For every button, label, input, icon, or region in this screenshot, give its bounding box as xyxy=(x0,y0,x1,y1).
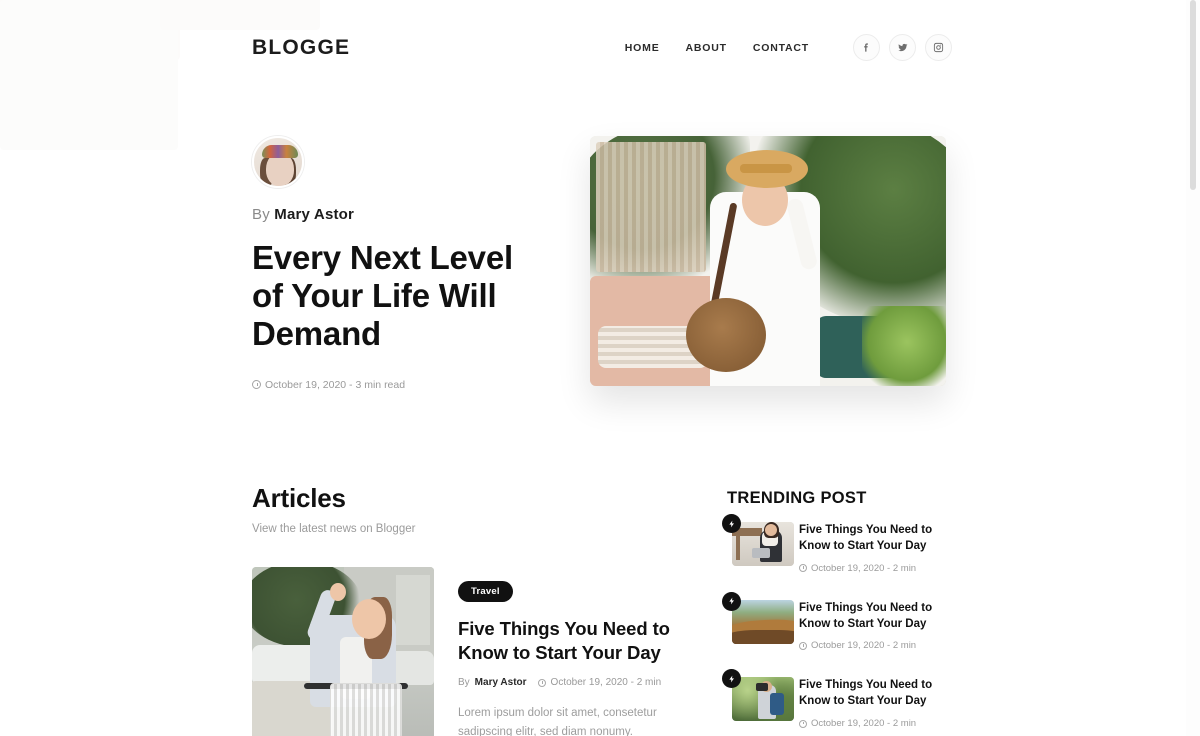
hero-title[interactable]: Every Next Level of Your Life Will Deman… xyxy=(252,239,522,353)
clock-icon xyxy=(799,719,807,728)
header-right: HOME ABOUT CONTACT xyxy=(625,34,952,61)
trending-thumbnail-wrap xyxy=(722,514,794,574)
hero-image[interactable] xyxy=(590,136,946,386)
hero-meta: October 19, 2020 - 3 min read xyxy=(252,379,552,391)
article-body: Travel Five Things You Need to Know to S… xyxy=(434,567,692,736)
article-thumbnail[interactable] xyxy=(252,567,434,736)
social-links xyxy=(853,34,952,61)
status-badge[interactable]: Travel xyxy=(458,581,513,602)
lightning-bolt-icon xyxy=(722,514,741,533)
hero-meta-text: October 19, 2020 - 3 min read xyxy=(265,378,406,391)
trending-thumbnail-art xyxy=(732,522,794,566)
clock-icon xyxy=(252,380,261,390)
hero-byline: By Mary Astor xyxy=(252,206,552,223)
article-author[interactable]: Mary Astor xyxy=(475,677,527,688)
trending-post-meta: October 19, 2020 - 2 min xyxy=(799,563,957,574)
avatar xyxy=(252,136,304,188)
trending-body: Five Things You Need to Know to Start Yo… xyxy=(799,677,957,729)
scrollbar[interactable] xyxy=(1186,0,1200,736)
trending-post-date: October 19, 2020 - 2 min xyxy=(811,640,917,652)
page-title: Articles xyxy=(252,483,346,513)
trending-post-title[interactable]: Five Things You Need to Know to Start Yo… xyxy=(799,601,957,633)
header-inner: BLOGGE HOME ABOUT CONTACT xyxy=(252,34,952,61)
site-logo[interactable]: BLOGGE xyxy=(252,36,350,60)
trending-post-meta: October 19, 2020 - 2 min xyxy=(799,640,957,651)
trending-post-date: October 19, 2020 - 2 min xyxy=(811,562,917,574)
trending-thumbnail[interactable] xyxy=(732,599,794,644)
trending-thumbnail[interactable] xyxy=(732,677,794,722)
facebook-icon[interactable] xyxy=(853,34,880,61)
hero-by-prefix: By xyxy=(252,206,275,223)
clock-icon xyxy=(799,641,807,650)
trending-post-title[interactable]: Five Things You Need to Know to Start Yo… xyxy=(799,678,957,710)
article-card[interactable]: Travel Five Things You Need to Know to S… xyxy=(252,567,692,736)
article-excerpt: Lorem ipsum dolor sit amet, consetetur s… xyxy=(458,707,657,736)
nav-item-about[interactable]: ABOUT xyxy=(686,42,727,54)
page-root: BLOGGE HOME ABOUT CONTACT By Mary Astor … xyxy=(0,0,1200,736)
list-item[interactable]: Five Things You Need to Know to Start Yo… xyxy=(722,669,957,729)
trending-body: Five Things You Need to Know to Start Yo… xyxy=(799,600,957,651)
nav-item-home[interactable]: HOME xyxy=(625,42,660,54)
list-item[interactable]: Five Things You Need to Know to Start Yo… xyxy=(722,514,957,574)
article-by-prefix: By xyxy=(458,677,470,689)
article-thumbnail-art xyxy=(252,567,434,736)
article-title[interactable]: Five Things You Need to Know to Start Yo… xyxy=(458,617,692,664)
list-item[interactable]: Five Things You Need to Know to Start Yo… xyxy=(722,591,957,652)
trending-post-title[interactable]: Five Things You Need to Know to Start Yo… xyxy=(799,523,957,555)
trending-post-meta: October 19, 2020 - 2 min xyxy=(799,718,957,729)
trending-section: TRENDING POST Five Things You Need to Kn… xyxy=(722,489,957,736)
lightning-bolt-icon xyxy=(722,591,741,611)
site-header: BLOGGE HOME ABOUT CONTACT xyxy=(0,0,1200,95)
scrollbar-thumb[interactable] xyxy=(1190,0,1196,190)
clock-icon xyxy=(537,678,546,687)
primary-nav: HOME ABOUT CONTACT xyxy=(625,42,809,54)
hero-text-column: By Mary Astor Every Next Level of Your L… xyxy=(252,136,552,391)
trending-thumbnail[interactable] xyxy=(732,522,794,566)
articles-subheading: View the latest news on Blogger xyxy=(252,523,416,535)
trending-thumbnail-art xyxy=(732,677,794,722)
hero-image-art xyxy=(590,136,946,386)
article-meta: By Mary Astor October 19, 2020 - 2 min xyxy=(458,677,692,688)
trending-heading: TRENDING POST xyxy=(727,489,867,507)
trending-post-date: October 19, 2020 - 2 min xyxy=(811,718,917,730)
instagram-icon[interactable] xyxy=(925,34,952,61)
article-date: October 19, 2020 - 2 min xyxy=(550,677,662,689)
nav-item-contact[interactable]: CONTACT xyxy=(753,42,809,54)
twitter-icon[interactable] xyxy=(889,34,916,61)
trending-thumbnail-wrap xyxy=(722,591,794,652)
trending-body: Five Things You Need to Know to Start Yo… xyxy=(799,522,957,574)
hero-author[interactable]: Mary Astor xyxy=(274,206,354,223)
trending-thumbnail-art xyxy=(732,599,794,644)
articles-section: Articles View the latest news on Blogger… xyxy=(252,483,692,736)
trending-thumbnail-wrap xyxy=(722,669,794,729)
clock-icon xyxy=(799,564,807,573)
